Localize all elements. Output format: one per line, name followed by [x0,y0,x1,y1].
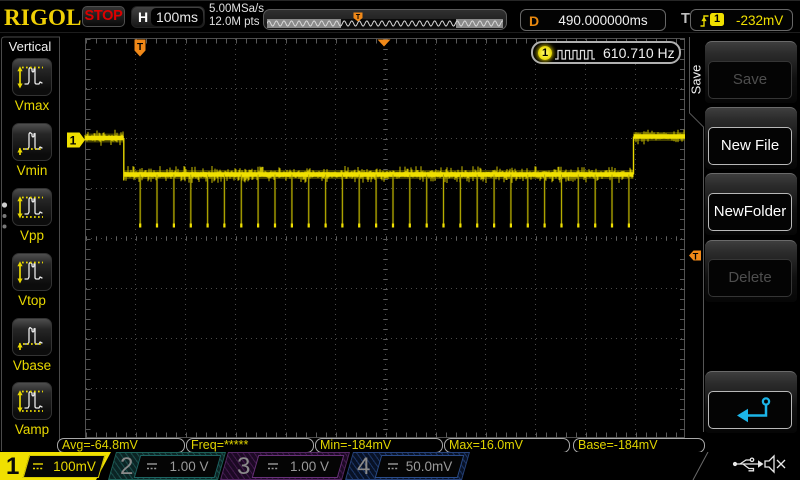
svg-text:T: T [356,14,361,21]
svg-text:T: T [693,252,699,262]
svg-text:1: 1 [70,134,77,148]
svg-text:T: T [137,42,143,53]
